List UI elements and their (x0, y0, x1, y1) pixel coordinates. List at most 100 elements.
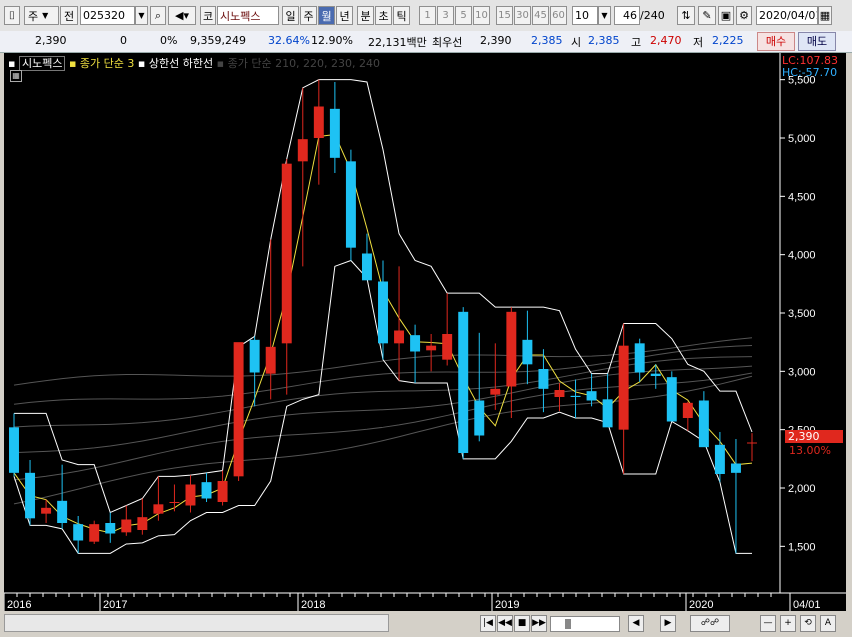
tick-button[interactable]: 45 (532, 6, 549, 25)
tick-button[interactable]: 3 (437, 6, 454, 25)
y-tick-label: 5,000 (788, 133, 816, 145)
menu-icon[interactable]: ⌷ (4, 6, 20, 25)
zoom-out-icon[interactable]: — (760, 615, 776, 632)
volume-value: 9,359,249 (190, 34, 246, 47)
candle-body (410, 335, 421, 352)
speaker-icon[interactable]: ◀▾ (168, 6, 196, 25)
calendar-icon[interactable]: ▦ (818, 6, 832, 25)
candle-body (121, 519, 132, 533)
legend-ma[interactable]: 종가 단순 3 (80, 57, 134, 70)
change-value: 0 (120, 34, 127, 47)
gear-icon[interactable]: ⚙ (736, 6, 752, 25)
candle-body (634, 343, 645, 373)
candle-body (378, 281, 388, 344)
amount-value: 22,131백만 (368, 36, 427, 49)
prev-button[interactable]: 전 (60, 6, 78, 25)
ratio-pct: 12.90% (311, 34, 353, 47)
count-total: /240 (640, 9, 665, 22)
faded-ma-line (13, 365, 753, 454)
scroll-left-icon[interactable]: ◀ (628, 615, 644, 632)
legend-stock[interactable]: 시노펙스 (18, 56, 66, 71)
add-icon[interactable]: + (780, 615, 796, 632)
period-button[interactable]: 분 (357, 6, 374, 25)
candle-body (554, 390, 565, 397)
code-dropdown-icon[interactable]: ▼ (135, 6, 148, 25)
chart-navigator: |◀ ◀◀ ■ ▶▶ ◀ ▶ ☍☍ — + ⟲ A (0, 611, 852, 637)
high-label: 고 (631, 36, 642, 49)
candle-body (185, 484, 196, 506)
y-tick-label: 3,000 (788, 366, 816, 378)
zoom-slider-thumb[interactable] (565, 619, 571, 629)
y-tick-label: 4,500 (788, 191, 816, 203)
period-button[interactable]: 월 (318, 6, 335, 25)
candle-body (9, 427, 19, 473)
x-tick-label: 2018 (301, 599, 325, 611)
high-value: 2,470 (650, 34, 682, 47)
date-input[interactable]: 2020/04/01 (756, 6, 818, 25)
candle-body (602, 399, 613, 428)
zoom-slider[interactable] (550, 616, 620, 632)
price-chart[interactable]: 5,5005,0004,5004,0003,5003,0002,5002,000… (3, 53, 846, 611)
candle-body (201, 482, 212, 499)
arrows-icon[interactable]: ⇅ (677, 6, 695, 25)
last-price-tag: 2,390 (785, 430, 843, 443)
candle-body (233, 342, 244, 477)
candlestick-chart: 5,5005,0004,5004,0003,5003,0002,5002,000… (3, 53, 846, 611)
text-tool-icon[interactable]: A (820, 615, 836, 632)
hc-label: HC:-57.70 (782, 66, 838, 79)
buy-button[interactable]: 매수 (757, 32, 795, 51)
tick-button[interactable]: 1 (419, 6, 436, 25)
candle-body (730, 463, 741, 473)
tick-button[interactable]: 10 (473, 6, 490, 25)
period-button[interactable]: 초 (375, 6, 392, 25)
period-button[interactable]: 틱 (393, 6, 410, 25)
interval-select[interactable]: 10 (572, 6, 598, 25)
scroll-right-icon[interactable]: ▶ (660, 615, 676, 632)
rotate-icon[interactable]: ⟲ (800, 615, 816, 632)
legend-lower[interactable]: 하한선 (183, 57, 213, 70)
legend-faded[interactable]: 종가 단순 210, 220, 230, 240 (228, 57, 380, 70)
legend-dot-icon: ▪ (8, 57, 16, 70)
period-button[interactable]: 년 (336, 6, 353, 25)
save-icon[interactable]: ▣ (718, 6, 734, 25)
last-pct-tag: 13.00% (789, 444, 831, 457)
period-button[interactable]: 일 (282, 6, 299, 25)
forward-icon[interactable]: ▶▶ (531, 615, 547, 632)
interval-dropdown-icon[interactable]: ▼ (598, 6, 611, 25)
x-tick-label: 2017 (103, 599, 127, 611)
tick-button[interactable]: 15 (496, 6, 513, 25)
priority-value: 2,390 (480, 34, 512, 47)
tick-button[interactable]: 30 (514, 6, 531, 25)
candle-body (105, 523, 116, 534)
market-button[interactable]: 코 (200, 6, 216, 25)
code-input[interactable]: 025320 (80, 6, 135, 25)
first-page-icon[interactable]: |◀ (480, 615, 496, 632)
turnover-pct: 32.64% (268, 34, 310, 47)
tick-button[interactable]: 60 (550, 6, 567, 25)
candle-body (361, 253, 372, 281)
change-pct: 0% (160, 34, 178, 47)
drawing-tools-icon[interactable]: ☍☍ (690, 615, 730, 632)
candle-body (538, 369, 549, 389)
grid-toggle-icon[interactable]: ▦ (10, 70, 22, 82)
candle-body (714, 444, 725, 474)
sell-button[interactable]: 매도 (798, 32, 836, 51)
candle-body (137, 517, 148, 530)
tick-button[interactable]: 5 (455, 6, 472, 25)
stop-icon[interactable]: ■ (514, 615, 530, 632)
stock-name-field[interactable]: 시노펙스 (217, 6, 279, 25)
count-input[interactable]: 46 (614, 6, 640, 25)
candle-body (169, 502, 180, 503)
period-button[interactable]: 주 (300, 6, 317, 25)
y-tick-label: 4,000 (788, 250, 816, 262)
search-icon[interactable]: ⌕ (150, 6, 166, 25)
legend-upper-dot-icon: ▪ (137, 57, 146, 70)
horizontal-scrollbar[interactable] (4, 614, 389, 632)
tools-icon[interactable]: ✎ (698, 6, 716, 25)
legend-upper[interactable]: 상한선 (149, 57, 179, 70)
rewind-icon[interactable]: ◀◀ (497, 615, 513, 632)
candle-body (345, 161, 356, 248)
x-tick-label: 04/01 (793, 599, 821, 611)
period-mode-select[interactable]: 주 ▼ (24, 6, 59, 25)
candle-body (394, 330, 405, 344)
